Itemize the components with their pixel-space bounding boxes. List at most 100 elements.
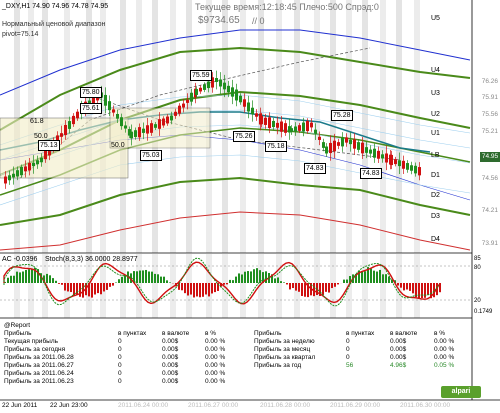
ac-bar [265, 271, 267, 283]
ac-bar [238, 273, 240, 283]
bull-candle [357, 142, 360, 150]
level-D4: D4 [431, 236, 440, 243]
ac-bar [184, 283, 186, 294]
bull-candle [207, 81, 210, 89]
bull-candle [341, 137, 344, 147]
report-left-pct: 0.00 % [205, 338, 226, 345]
ac-bar [211, 283, 213, 294]
ac-bar [289, 283, 291, 290]
bull-candle [8, 175, 11, 181]
bear-candle [337, 142, 340, 146]
bull-candle [190, 92, 193, 102]
price-tick: 76.26 [481, 78, 498, 85]
price-tick: 74.21 [481, 207, 498, 214]
report-right-pct: 0.00 % [434, 346, 455, 353]
ac-bar [10, 275, 12, 283]
report-right-points: 56 [346, 362, 354, 369]
report-left-label: Текущая прибыль [4, 338, 59, 345]
level-LB: LB [431, 152, 440, 159]
fib-label: 50.0 [34, 133, 48, 140]
bull-candle [120, 117, 123, 127]
price-tick: 75.56 [481, 111, 498, 118]
session-stripe [414, 0, 420, 253]
ac-bar [31, 268, 33, 283]
report-left-label: Прибыль за 2011.06.24 [4, 370, 74, 377]
level-D3: D3 [431, 213, 440, 220]
price-box: 75.13 [38, 140, 60, 151]
ac-bar [49, 275, 51, 283]
bear-candle [402, 160, 405, 169]
ac-bar [226, 283, 228, 285]
price-box: 75.26 [233, 131, 255, 142]
session-stripe [258, 0, 264, 253]
bull-candle [272, 120, 275, 128]
ac-bar [229, 279, 231, 283]
ac-bar [142, 270, 144, 283]
report-right-title: Прибыль [254, 330, 282, 337]
level-U1: U1 [431, 130, 440, 137]
indicator-title: Нормальный ценовой диапазон [2, 21, 106, 28]
bull-candle [227, 85, 230, 93]
ac-bar [283, 282, 285, 283]
ac-bar [91, 283, 93, 298]
bull-candle [170, 115, 173, 121]
ac-bar [148, 271, 150, 283]
report-right-label: Прибыль за месяц [254, 346, 311, 353]
bear-candle [361, 142, 364, 154]
bull-candle [349, 139, 352, 145]
ac-bar [136, 271, 138, 283]
bull-candle [195, 89, 198, 95]
ac-bar [373, 270, 375, 283]
left-col-points: в пунктах [118, 330, 147, 337]
ac-bar [301, 283, 303, 296]
ac-bar [145, 269, 147, 283]
bull-candle [365, 147, 368, 153]
bear-candle [24, 166, 27, 172]
ac-bar [376, 271, 378, 283]
bull-candle [40, 157, 43, 163]
bear-candle [268, 117, 271, 129]
ac-bar [199, 283, 201, 298]
ac-scale-85: 85 [474, 256, 481, 262]
ac-bar [385, 274, 387, 283]
price-tick: 75.21 [481, 128, 498, 135]
ac-bar [76, 283, 78, 295]
ac-bar [409, 283, 411, 291]
bull-candle [154, 124, 157, 128]
time-label: 2011.06.29 00:00 [330, 402, 381, 409]
bull-candle [108, 101, 111, 111]
report-left-title: Прибыль [4, 330, 32, 337]
report-left-points: 0 [118, 338, 122, 345]
report-right-money: 4.96$ [390, 362, 407, 369]
bear-candle [310, 122, 313, 128]
report-right-money: 0.00$ [390, 354, 407, 361]
ac-bar [190, 283, 192, 295]
report-left-money: 0.00$ [162, 354, 179, 361]
ac-bar [403, 283, 405, 291]
ac-bar [70, 283, 72, 293]
ac-bar [253, 269, 255, 283]
bear-candle [260, 115, 263, 125]
report-left-pct: 0.00 % [205, 378, 226, 385]
ac-bar [421, 283, 423, 299]
bear-candle [64, 124, 67, 136]
alpari-logo: alpari [441, 386, 481, 398]
bull-candle [322, 142, 325, 148]
ac-bar [115, 282, 117, 283]
ac-bar [364, 271, 366, 283]
time-label: 22 Jun 23:00 [50, 402, 88, 409]
bear-candle [264, 117, 267, 125]
ac-bar [166, 280, 168, 283]
ac-bar [406, 283, 408, 290]
report-left-pct: 0.00 % [205, 354, 226, 361]
bear-candle [333, 140, 336, 152]
report-left-money: 0.00$ [162, 346, 179, 353]
level-U3: U3 [431, 90, 440, 97]
bull-candle [36, 160, 39, 165]
time-label: 2011.06.24 00:00 [118, 402, 169, 409]
level-D1: D1 [431, 172, 440, 179]
right-col-money: в валюте [390, 330, 418, 337]
ac-bar [397, 283, 399, 286]
report-left-label: Прибыль за 2011.06.27 [4, 362, 74, 369]
session-stripe [362, 254, 368, 318]
